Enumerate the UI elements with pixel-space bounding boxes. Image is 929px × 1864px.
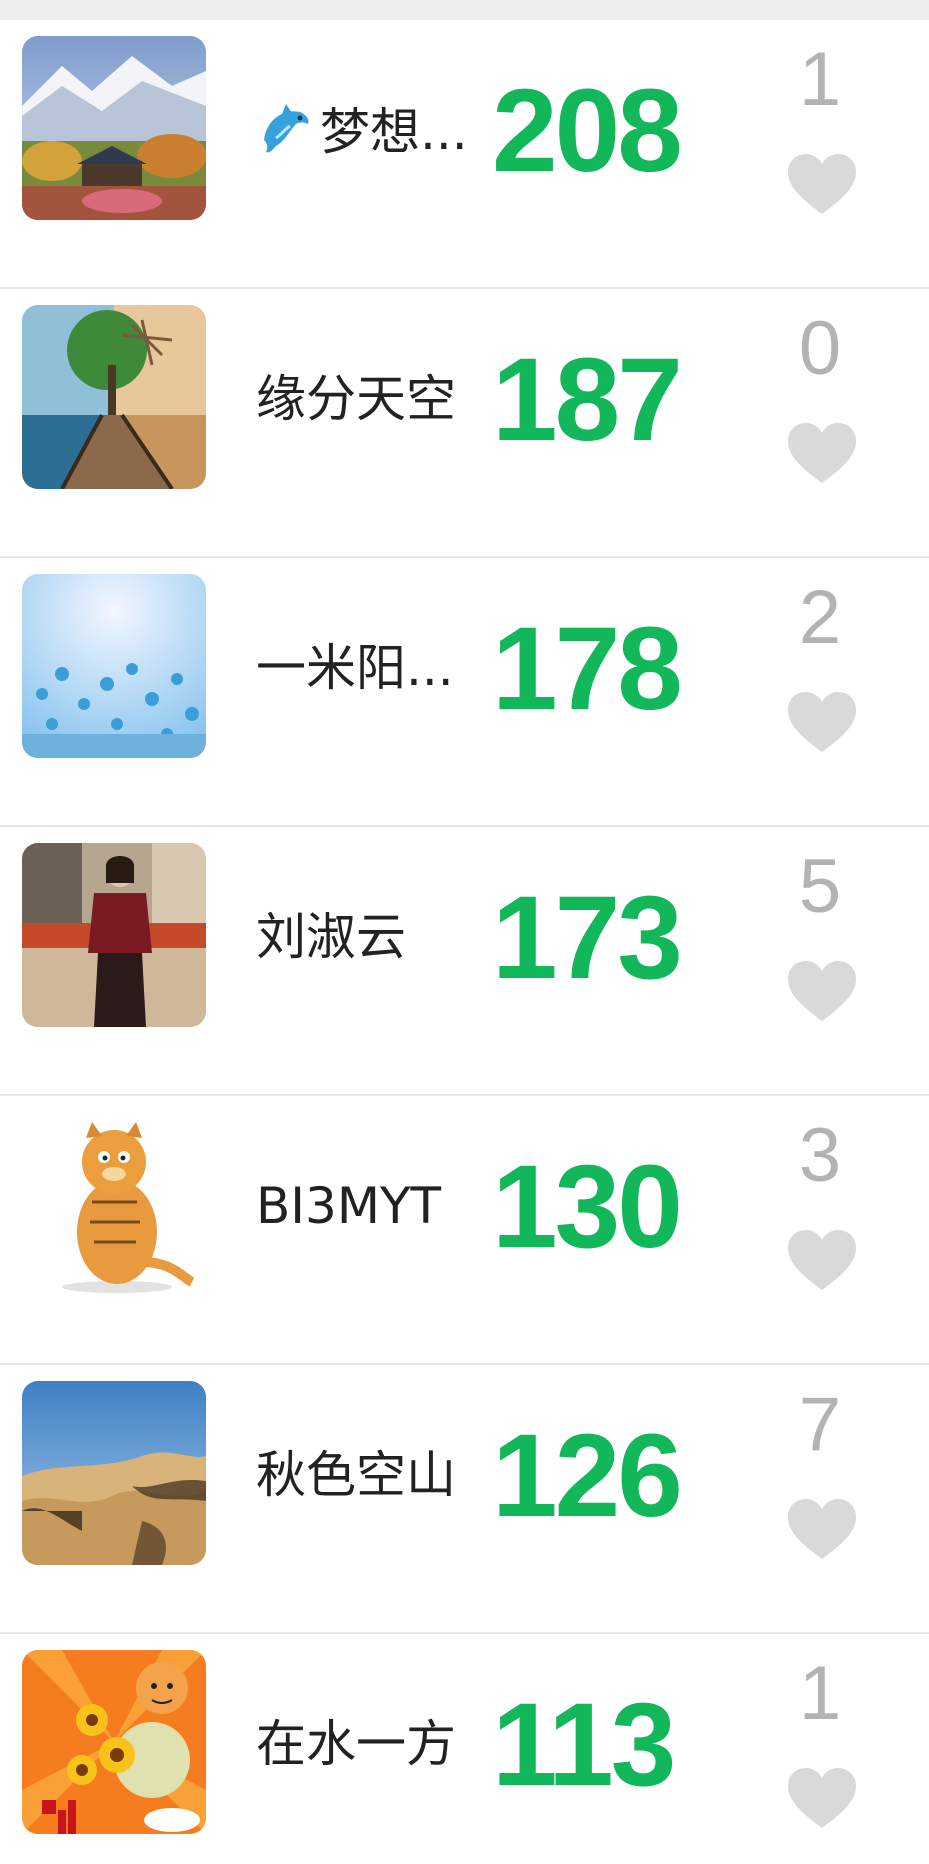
heart-icon[interactable] — [786, 1766, 858, 1830]
user-name: 刘淑云 — [256, 908, 406, 966]
user-name: BI3MYT — [256, 1177, 442, 1235]
step-count: 113 — [492, 1679, 676, 1811]
heart-icon[interactable] — [786, 421, 858, 485]
user-name: 秋色空山 — [256, 1446, 456, 1504]
ranking-row[interactable]: 秋色空山 126 7 — [0, 1365, 929, 1634]
ranking-row[interactable]: 梦想... 208 1 — [0, 20, 929, 289]
step-count: 173 — [492, 872, 683, 1004]
step-count: 126 — [492, 1410, 683, 1542]
avatar[interactable] — [22, 36, 206, 220]
avatar[interactable] — [22, 1381, 206, 1565]
heart-icon[interactable] — [786, 959, 858, 1023]
avatar[interactable] — [22, 843, 206, 1027]
like-count: 1 — [798, 37, 842, 122]
step-count: 130 — [492, 1141, 683, 1273]
heart-icon[interactable] — [786, 1497, 858, 1561]
ranking-row[interactable]: BI3MYT 130 3 — [0, 1096, 929, 1365]
step-count: 208 — [492, 65, 683, 197]
heart-icon[interactable] — [786, 1228, 858, 1292]
ranking-row[interactable]: 缘分天空 187 0 — [0, 289, 929, 558]
ranking-row[interactable]: 刘淑云 173 5 — [0, 827, 929, 1096]
avatar[interactable] — [22, 1650, 206, 1834]
step-count: 178 — [492, 603, 683, 735]
heart-icon[interactable] — [786, 690, 858, 754]
avatar[interactable] — [22, 305, 206, 489]
like-count: 2 — [798, 575, 842, 660]
avatar[interactable] — [22, 1112, 206, 1296]
ranking-row[interactable]: 一米阳... 178 2 — [0, 558, 929, 827]
like-count: 3 — [798, 1113, 842, 1198]
like-count: 0 — [798, 306, 842, 391]
user-name: 缘分天空 — [256, 370, 456, 428]
heart-icon[interactable] — [786, 152, 858, 216]
dolphin-icon — [256, 100, 314, 171]
user-name: 一米阳... — [256, 639, 454, 697]
like-count: 7 — [798, 1382, 842, 1467]
like-count: 5 — [798, 844, 842, 929]
avatar[interactable] — [22, 574, 206, 758]
like-count: 1 — [798, 1651, 842, 1736]
step-ranking-list: 梦想... 208 1 缘分天空 187 0 一米阳... 178 2 刘淑云 … — [0, 20, 929, 1864]
user-name: 梦想... — [256, 100, 488, 171]
step-count: 187 — [492, 334, 683, 466]
user-name-text: 梦想... — [320, 103, 468, 161]
ranking-row[interactable]: 在水一方 113 1 — [0, 1634, 929, 1864]
user-name: 在水一方 — [256, 1715, 456, 1773]
